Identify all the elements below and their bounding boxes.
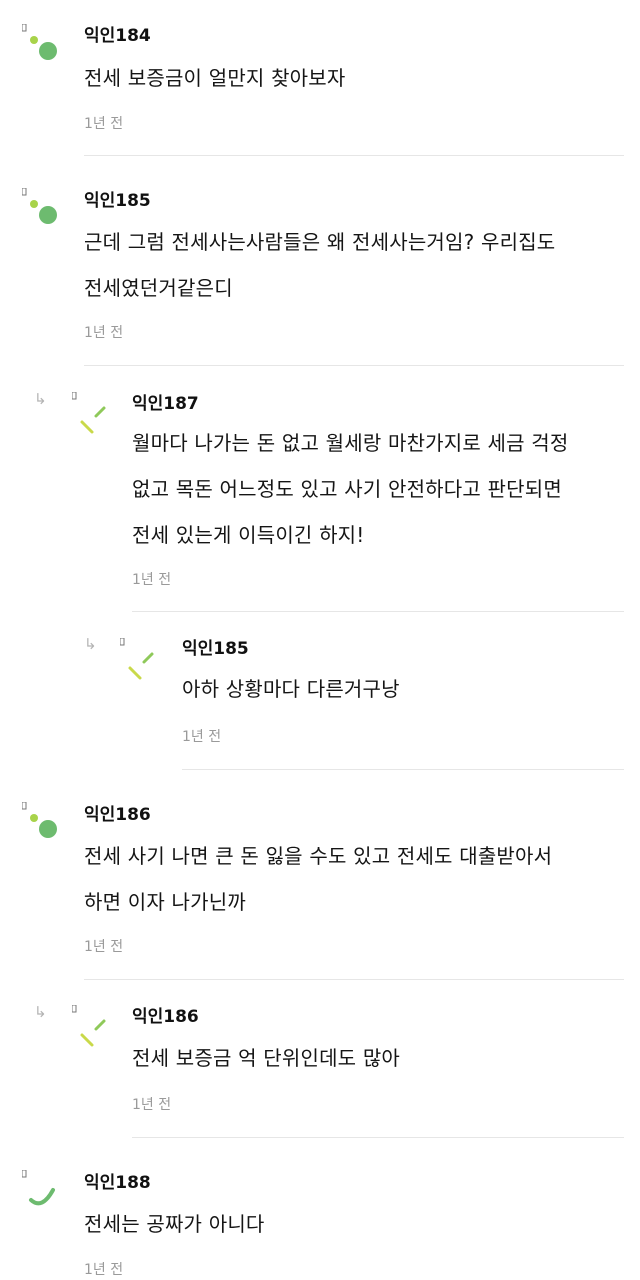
divider [132, 1137, 624, 1138]
leaf-dots-icon [22, 188, 57, 224]
comment-author[interactable]: 익인186 [132, 1009, 199, 1026]
comment-time: 1년 전 [84, 325, 124, 341]
comment-time: 1년 전 [132, 572, 172, 588]
comment-text: 전세 보증금이 얼만지 찾아보자 [84, 66, 346, 90]
leaf-dots-icon [22, 802, 57, 838]
comment-text: 전세 보증금 억 단위인데도 많아 [132, 1046, 401, 1070]
comment-author[interactable]: 익인184 [84, 28, 151, 45]
sprout-lines-icon [72, 392, 106, 434]
divider [84, 365, 624, 366]
comment-text-line-1: 근데 그럼 전세사는사람들은 왜 전세사는거임? 우리집도 [84, 230, 556, 254]
comment-time: 1년 전 [132, 1097, 172, 1113]
comment-text: 전세는 공짜가 아니다 [84, 1212, 265, 1236]
comment-text-line-3: 전세 있는게 이득이긴 하지! [132, 523, 365, 547]
comment-time: 1년 전 [84, 116, 124, 132]
comment-text-line-2: 하면 이자 나가닌까 [84, 890, 246, 914]
sprout-lines-icon [120, 638, 154, 680]
reply-arrow-icon: ↳ [34, 390, 47, 408]
comment-author[interactable]: 익인186 [84, 807, 151, 824]
divider [132, 611, 624, 612]
comment-time: 1년 전 [84, 939, 124, 955]
divider [182, 769, 624, 770]
comment-text-line-1: 전세 사기 나면 큰 돈 잃을 수도 있고 전세도 대출받아서 [84, 844, 553, 868]
reply-arrow-icon: ↳ [84, 635, 97, 653]
arc-icon [22, 1170, 55, 1206]
comment-author[interactable]: 익인185 [182, 641, 249, 658]
comment-text-line-2: 전세였던거같은디 [84, 276, 233, 300]
sprout-lines-icon [72, 1005, 106, 1047]
comment-author[interactable]: 익인188 [84, 1175, 151, 1192]
comment-time: 1년 전 [84, 1262, 124, 1278]
comment-text: 아하 상황마다 다른거구낭 [182, 677, 400, 701]
comment-author[interactable]: 익인187 [132, 396, 199, 413]
reply-arrow-icon: ↳ [34, 1003, 47, 1021]
comment-thread: 익인184 전세 보증금이 얼만지 찾아보자 1년 전 익인185 근데 그럼 … [0, 0, 640, 1280]
leaf-dots-icon [22, 24, 57, 60]
comment-author[interactable]: 익인185 [84, 193, 151, 210]
comment-text-line-1: 월마다 나가는 돈 없고 월세랑 마찬가지로 세금 걱정 [132, 431, 569, 455]
comment-text-line-2: 없고 목돈 어느정도 있고 사기 안전하다고 판단되면 [132, 477, 562, 501]
divider [84, 979, 624, 980]
divider [84, 155, 624, 156]
comment-time: 1년 전 [182, 729, 222, 745]
